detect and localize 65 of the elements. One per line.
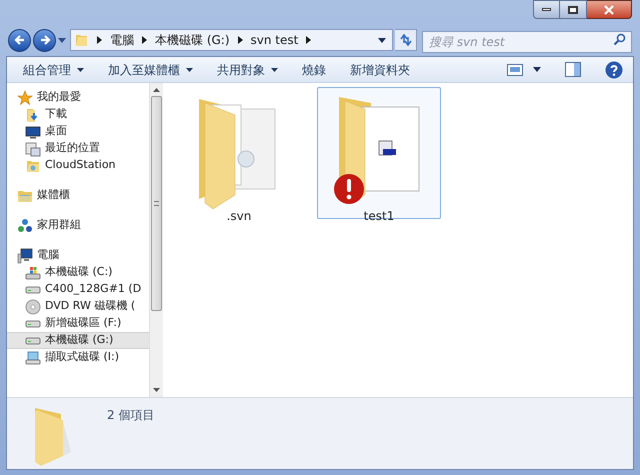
left-arrow-icon: [14, 34, 26, 46]
breadcrumb[interactable]: 電腦: [110, 31, 134, 49]
refresh-button[interactable]: [395, 29, 417, 51]
chevron-icon[interactable]: [142, 36, 147, 44]
maximize-button[interactable]: [560, 0, 587, 19]
refresh-icon: [398, 33, 412, 47]
up-arrow-icon: [153, 88, 160, 92]
caret-icon: [77, 68, 84, 72]
scrollbar[interactable]: [149, 83, 163, 397]
nav-item[interactable]: 本機磁碟 (G:): [7, 332, 149, 349]
monitor-icon: [25, 124, 41, 140]
minimize-button[interactable]: [533, 0, 560, 19]
toolbar-button[interactable]: 新增資料夾: [344, 58, 416, 80]
drive-icon: [25, 336, 41, 344]
disc-icon: [25, 298, 41, 314]
chevron-icon[interactable]: [238, 36, 243, 44]
nav-item[interactable]: 桌面: [7, 123, 149, 140]
folder-icon: [75, 33, 89, 47]
item-count: 2 個項目: [107, 407, 154, 424]
address-bar[interactable]: 電腦 本機磁碟 (G:) svn test: [70, 29, 393, 51]
nav-item[interactable]: 家用群組: [7, 217, 149, 234]
caret-icon: [186, 68, 193, 72]
caret-icon[interactable]: [533, 67, 541, 72]
drive-icon: [25, 286, 41, 294]
view-icon[interactable]: [507, 64, 523, 76]
folder-tile[interactable]: test1: [317, 87, 441, 219]
nav-item[interactable]: DVD RW 磁碟機 (: [7, 298, 149, 315]
search-icon[interactable]: [613, 33, 626, 46]
help-icon[interactable]: [605, 60, 623, 78]
search-field[interactable]: 搜尋 svn test: [422, 31, 632, 53]
nav-item[interactable]: C400_128G#1 (D: [7, 281, 149, 298]
chevron-icon[interactable]: [306, 36, 312, 44]
caret-icon: [271, 68, 278, 72]
nav-item[interactable]: CloudStation: [7, 157, 149, 174]
nav-item[interactable]: 我的最愛: [7, 89, 149, 106]
breadcrumb[interactable]: 本機磁碟 (G:): [155, 31, 230, 49]
close-button[interactable]: [587, 0, 632, 19]
close-icon: [604, 4, 614, 14]
nav-item[interactable]: 新增磁碟區 (F:): [7, 315, 149, 332]
nav-item[interactable]: 媒體櫃: [7, 187, 149, 204]
recent-places-icon: [25, 140, 41, 156]
back-button[interactable]: [8, 28, 31, 52]
nav-item[interactable]: 最近的位置: [7, 140, 149, 157]
star-icon: [17, 90, 33, 106]
nav-item[interactable]: 下載: [7, 106, 149, 123]
menu-button[interactable]: 共用對象: [211, 58, 284, 80]
menu-button[interactable]: 組合管理: [17, 58, 90, 80]
caret-icon: [378, 38, 386, 42]
forward-button[interactable]: [33, 28, 56, 52]
scrollbar-thumb[interactable]: [151, 96, 162, 311]
preview-pane-icon[interactable]: [565, 62, 581, 77]
toolbar-button[interactable]: 燒錄: [296, 58, 332, 80]
removable-drive-icon: [25, 350, 41, 366]
breadcrumb[interactable]: svn test: [250, 31, 298, 49]
nav-item[interactable]: 電腦: [7, 247, 149, 264]
computer-icon: [17, 248, 33, 264]
drive-icon: [25, 320, 41, 328]
drive-icon: [25, 264, 41, 280]
chevron-icon[interactable]: [97, 36, 102, 44]
network-icon: [17, 218, 33, 234]
nav-item[interactable]: 本機磁碟 (C:): [7, 264, 149, 281]
nav-item[interactable]: 擷取式磁碟 (I:): [7, 349, 149, 366]
right-arrow-icon: [38, 34, 50, 46]
down-arrow-icon: [153, 388, 160, 392]
menu-button[interactable]: 加入至媒體櫃: [102, 58, 199, 80]
